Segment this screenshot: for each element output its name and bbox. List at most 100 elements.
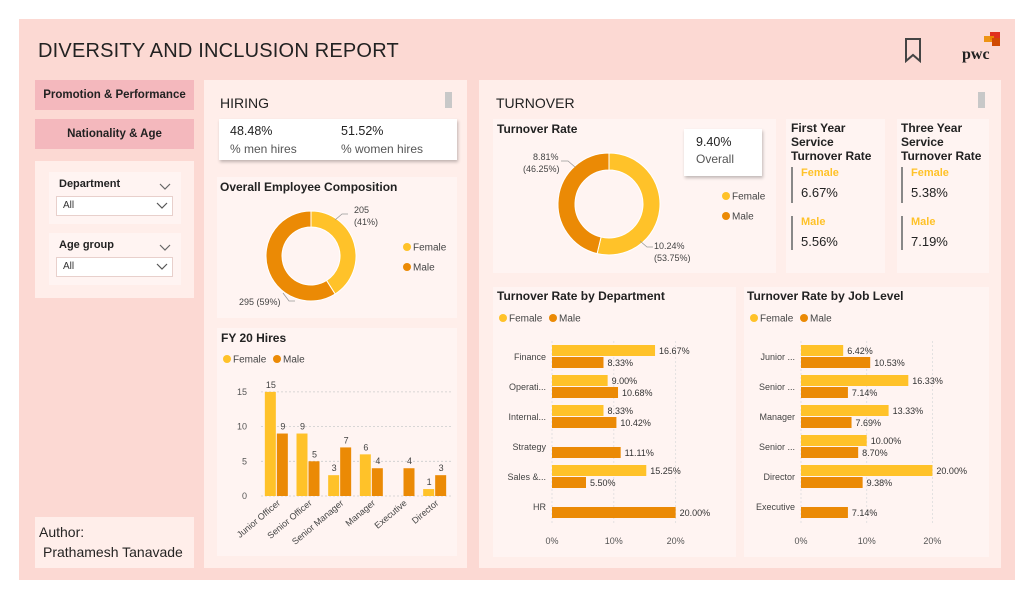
x-tick-label: 20% <box>923 536 941 546</box>
data-label-female-count: 205 <box>354 205 369 215</box>
bar-female <box>801 375 909 386</box>
first-year-female-value: 6.67% <box>801 185 838 200</box>
first-year-female-label: Female <box>801 167 839 179</box>
bar-male <box>801 447 859 458</box>
data-label: 9.38% <box>867 478 893 488</box>
composition-card: Overall Employee Composition 205 (41%) 295… <box>217 177 457 318</box>
turnover-scrollbar[interactable] <box>978 92 985 108</box>
x-tick-label: 20% <box>667 536 685 546</box>
chevron-down-icon[interactable] <box>159 239 171 257</box>
first-year-turnover-card: First Year Service Turnover Rate Female … <box>786 119 885 273</box>
bar-male <box>801 477 863 488</box>
y-tick-label: Junior ... <box>760 352 795 362</box>
promotion-performance-button[interactable]: Promotion & Performance <box>35 80 194 110</box>
data-label: 13.33% <box>893 406 924 416</box>
data-label: 8.33% <box>607 406 633 416</box>
data-label: 9.00% <box>612 376 638 386</box>
bar-male <box>552 447 621 458</box>
bar-male <box>276 433 288 496</box>
bar-male <box>371 468 383 496</box>
x-tick-label: 10% <box>858 536 876 546</box>
y-tick-label: Strategy <box>512 442 546 452</box>
data-label: 7.14% <box>852 508 878 518</box>
three-year-female-kpi: Female 5.38% <box>901 167 949 203</box>
legend-label-female: Female <box>233 355 267 366</box>
bar-male <box>552 387 619 398</box>
first-year-title-line2: Service <box>791 135 834 149</box>
three-year-title-line2: Service <box>901 135 944 149</box>
hiring-kpi-card: 48.48% % men hires 51.52% % women hires <box>219 119 457 160</box>
legend-marker-female <box>403 243 411 251</box>
data-label: 10.68% <box>622 388 653 398</box>
y-tick-label: Sales &... <box>507 472 546 482</box>
pwc-logo-text: pwc <box>962 46 990 63</box>
composition-donut: 205 (41%) 295 (59%) Female Male <box>239 205 447 307</box>
fy20-hires-chart: Female Male051015159Junior Officer95Senio… <box>223 355 451 547</box>
data-label: 7 <box>344 435 349 445</box>
first-year-male-label: Male <box>801 216 826 228</box>
first-year-female-kpi: Female 6.67% <box>791 167 839 203</box>
age-group-slicer-label: Age group <box>59 239 114 251</box>
bar-female <box>552 375 608 386</box>
department-dropdown[interactable]: All <box>56 196 173 216</box>
author-card: Author: Prathamesh Tanavade <box>35 517 194 568</box>
men-hires-label: % men hires <box>230 142 297 156</box>
bar-female <box>552 405 604 416</box>
data-label: 3 <box>439 463 444 473</box>
data-label: 20.00% <box>680 508 711 518</box>
data-label-male: 295 (59%) <box>239 297 281 307</box>
data-label: 4 <box>407 456 412 466</box>
legend-label-male: Male <box>559 314 581 325</box>
turnover-dept-chart: Female Male 0% 10% 20% Finance 16.67% 8.33% Oper… <box>499 314 711 546</box>
y-tick-label: 15 <box>237 387 247 397</box>
data-label: 4 <box>375 456 380 466</box>
bar-female <box>801 405 889 416</box>
data-label: 16.33% <box>912 376 943 386</box>
overall-turnover-value: 9.40% <box>696 135 732 149</box>
first-year-male-value: 5.56% <box>801 234 838 249</box>
overall-turnover-label: Overall <box>696 152 735 166</box>
legend-label-male: Male <box>810 314 832 325</box>
turnover-rate-card: Turnover Rate 10.24% (53.75%) 8.81% (46.25%… <box>493 119 776 273</box>
legend-label-male: Male <box>413 263 435 274</box>
y-tick-label: Director <box>763 472 795 482</box>
data-label: 6 <box>363 442 368 452</box>
leader-line-male <box>561 160 576 168</box>
bar-female <box>801 345 844 356</box>
bar-female <box>801 435 867 446</box>
bar-female <box>264 391 276 496</box>
page-title: DIVERSITY AND INCLUSION REPORT <box>38 40 399 62</box>
bar-female <box>359 454 371 496</box>
bar-male <box>552 417 617 428</box>
y-tick-label: Senior ... <box>759 382 795 392</box>
nationality-age-button[interactable]: Nationality & Age <box>35 119 194 149</box>
data-label: 8.33% <box>607 358 633 368</box>
y-tick-label: Executive <box>756 502 795 512</box>
three-year-female-label: Female <box>911 167 949 179</box>
first-year-title-line1: First Year <box>791 121 846 135</box>
data-label: 1 <box>427 477 432 487</box>
first-year-title-line3: Turnover Rate <box>791 149 872 163</box>
data-label: 5.50% <box>590 478 616 488</box>
hiring-scrollbar[interactable] <box>445 92 452 108</box>
data-label: 10.00% <box>871 436 902 446</box>
age-group-dropdown[interactable]: All <box>56 257 173 277</box>
x-tick-label: Executive <box>372 498 408 531</box>
data-label: 5 <box>312 449 317 459</box>
legend-marker-female <box>750 314 758 322</box>
three-year-male-value: 7.19% <box>911 234 948 249</box>
department-dropdown-value: All <box>63 200 75 211</box>
data-label-male-share: (46.25%) <box>523 164 560 174</box>
legend-label-male: Male <box>732 212 754 223</box>
bookmark-icon[interactable] <box>903 37 923 64</box>
age-group-dropdown-value: All <box>63 261 75 272</box>
chevron-down-icon[interactable] <box>159 178 171 196</box>
turnover-level-chart: Female Male 0% 10% 20% Junior ... 6.42%10.53% S… <box>750 314 967 546</box>
bar-male <box>552 477 586 488</box>
legend-label-female: Female <box>760 314 794 325</box>
donut-slice-female <box>310 210 357 295</box>
turnover-dept-card: Turnover Rate by Department Female Male 0%… <box>493 287 736 557</box>
legend-marker-male <box>403 263 411 271</box>
data-label: 9 <box>300 422 305 432</box>
data-label: 6.42% <box>847 346 873 356</box>
